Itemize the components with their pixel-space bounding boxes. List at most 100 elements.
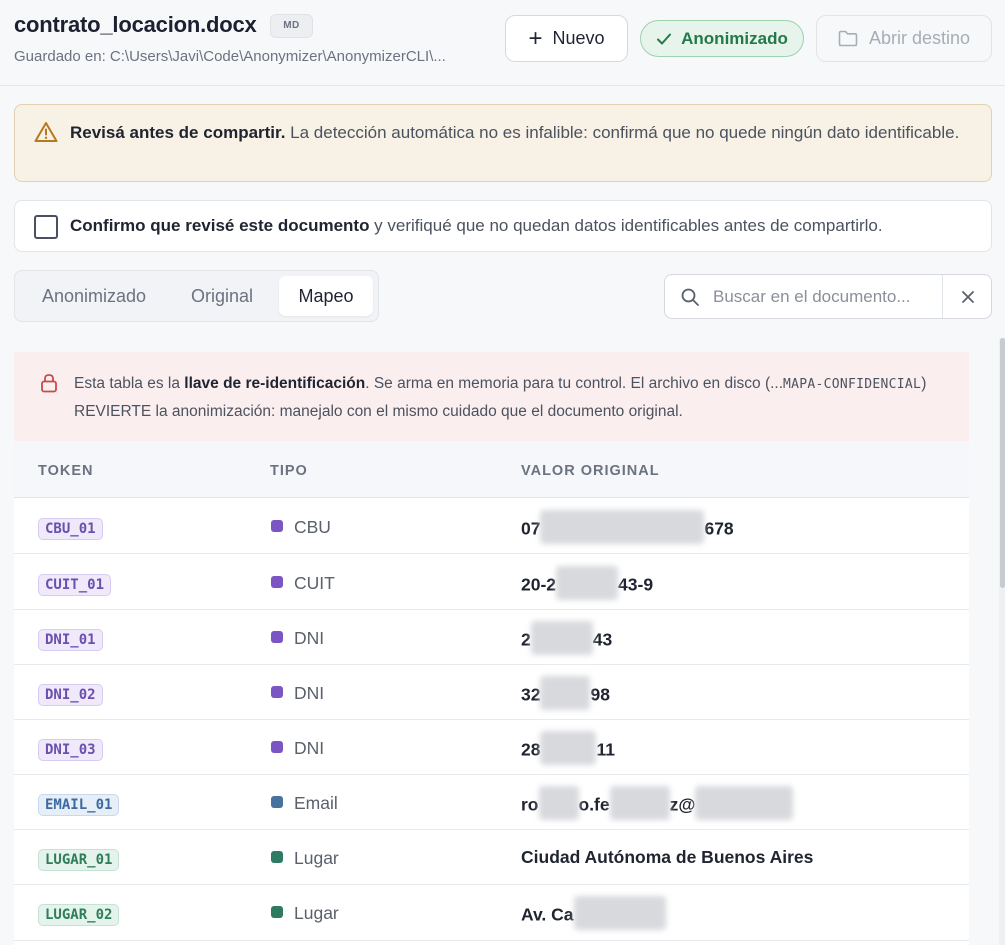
view-tabs: Anonimizado Original Mapeo xyxy=(14,270,379,322)
original-value: 32 98 xyxy=(521,676,610,710)
token-badge: EMAIL_01 xyxy=(38,794,120,816)
type-label: CUIT xyxy=(294,573,335,593)
value-part: 43 xyxy=(592,629,613,650)
type-dot xyxy=(271,631,283,643)
value-part: 20-2 xyxy=(521,574,557,595)
format-badge: MD xyxy=(270,14,313,38)
warning-icon xyxy=(34,122,58,142)
table-row: CBU_01 CBU 07 678 xyxy=(14,499,969,554)
redaction-blur xyxy=(538,786,579,820)
notice-pre: Esta tabla es la xyxy=(74,375,185,392)
table-row: LUGAR_02 Lugar Av. Ca xyxy=(14,885,969,941)
type-dot xyxy=(271,686,283,698)
redaction-blur xyxy=(695,786,794,820)
table-row: EMAIL_01 Email ro o.fe z@ xyxy=(14,775,969,830)
reidentification-notice: Esta tabla es la llave de re-identificac… xyxy=(14,352,969,441)
type-dot xyxy=(271,576,283,588)
confirm-checkbox[interactable] xyxy=(34,215,58,239)
value-part: 678 xyxy=(704,518,734,539)
close-icon xyxy=(961,290,974,303)
token-badge: CUIT_01 xyxy=(38,574,112,596)
table-row: LUGAR_01 Lugar Ciudad Autónoma de Buenos… xyxy=(14,830,969,885)
type-label: Lugar xyxy=(294,848,339,868)
type-dot xyxy=(271,906,283,918)
warning-text: Revisá antes de compartir. La detección … xyxy=(70,120,970,146)
type-label: DNI xyxy=(294,738,325,758)
new-button-label: Nuevo xyxy=(552,28,605,48)
confirm-body: y verifiqué que no quedan datos identifi… xyxy=(369,216,883,235)
value-part: 11 xyxy=(596,739,615,760)
type-dot xyxy=(271,851,283,863)
original-value: 07 678 xyxy=(521,510,734,544)
search-icon xyxy=(681,288,699,306)
value-part: o.fe xyxy=(578,794,610,815)
token-badge: LUGAR_01 xyxy=(38,849,120,871)
value-part: Av. Ca xyxy=(521,904,574,925)
review-confirmation[interactable]: Confirmo que revisé este documento y ver… xyxy=(14,200,992,252)
redaction-blur xyxy=(540,676,591,710)
token-badge: CBU_01 xyxy=(38,518,103,540)
table-row: DNI_03 DNI 28 11 xyxy=(14,720,969,775)
tab-original[interactable]: Original xyxy=(173,276,271,316)
column-tipo: TIPO xyxy=(270,463,308,479)
original-value: ro o.fe z@ xyxy=(521,786,794,820)
original-value: 28 11 xyxy=(521,731,615,765)
plus-icon: + xyxy=(528,24,543,52)
review-warning: Revisá antes de compartir. La detección … xyxy=(14,104,992,182)
app-header: contrato_locacion.docx MD Guardado en: C… xyxy=(0,0,1005,86)
redaction-blur xyxy=(530,621,593,655)
status-label: Anonimizado xyxy=(681,28,788,48)
check-icon xyxy=(657,33,672,44)
warning-body: La detección automática no es infalible:… xyxy=(285,123,960,142)
redaction-blur xyxy=(540,731,597,765)
clear-search-button[interactable] xyxy=(943,275,992,318)
type-label: DNI xyxy=(294,683,325,703)
lock-icon xyxy=(41,374,57,393)
table-header: TOKEN TIPO VALOR ORIGINAL xyxy=(14,441,969,498)
status-badge: Anonimizado xyxy=(640,20,804,57)
type-label: Email xyxy=(294,793,338,813)
value-part: 28 xyxy=(521,739,541,760)
value-part: ro xyxy=(521,794,539,815)
original-value: Ciudad Autónoma de Buenos Aires xyxy=(521,847,814,867)
confirm-label[interactable]: Confirmo que revisé este documento y ver… xyxy=(70,216,883,236)
token-badge: DNI_01 xyxy=(38,629,103,651)
redaction-blur xyxy=(540,510,705,544)
document-search xyxy=(664,274,992,319)
value-part: z@ xyxy=(669,794,696,815)
document-title: contrato_locacion.docx xyxy=(14,12,257,37)
type-label: CBU xyxy=(294,517,331,537)
tab-mapeo[interactable]: Mapeo xyxy=(279,276,373,316)
value-part: 98 xyxy=(590,684,610,705)
notice-code: MAPA-CONFIDENCIAL xyxy=(783,377,922,392)
table-row: DNI_01 DNI 2 43 xyxy=(14,610,969,665)
saved-path: Guardado en: C:\Users\Javi\Code\Anonymiz… xyxy=(14,48,446,65)
folder-icon xyxy=(838,30,858,47)
original-value: 2 43 xyxy=(521,621,613,655)
value-part: 07 xyxy=(521,518,541,539)
token-badge: DNI_02 xyxy=(38,684,103,706)
mapping-panel: Esta tabla es la llave de re-identificac… xyxy=(14,352,969,945)
open-destination-button[interactable]: Abrir destino xyxy=(816,15,992,62)
token-badge: DNI_03 xyxy=(38,739,103,761)
open-destination-label: Abrir destino xyxy=(868,28,971,48)
redaction-blur xyxy=(556,566,619,600)
value-part: 32 xyxy=(521,684,541,705)
value-part: 2 xyxy=(521,629,531,650)
type-dot xyxy=(271,520,283,532)
search-input[interactable] xyxy=(713,275,941,318)
confirm-bold: Confirmo que revisé este documento xyxy=(70,216,370,235)
redaction-blur xyxy=(573,896,666,930)
table-row: CUIT_01 CUIT 20-2 43-9 xyxy=(14,555,969,610)
original-value: 20-2 43-9 xyxy=(521,566,653,600)
type-dot xyxy=(271,796,283,808)
original-value: Av. Ca xyxy=(521,896,666,930)
redaction-blur xyxy=(609,786,670,820)
notice-bold: llave de re-identificación xyxy=(184,375,366,392)
warning-bold: Revisá antes de compartir. xyxy=(70,123,286,142)
type-label: Lugar xyxy=(294,903,339,923)
table-row: DNI_02 DNI 32 98 xyxy=(14,665,969,720)
tab-anonimizado[interactable]: Anonimizado xyxy=(23,276,165,316)
new-button[interactable]: + Nuevo xyxy=(505,15,628,62)
scrollbar-thumb[interactable] xyxy=(1000,338,1005,588)
